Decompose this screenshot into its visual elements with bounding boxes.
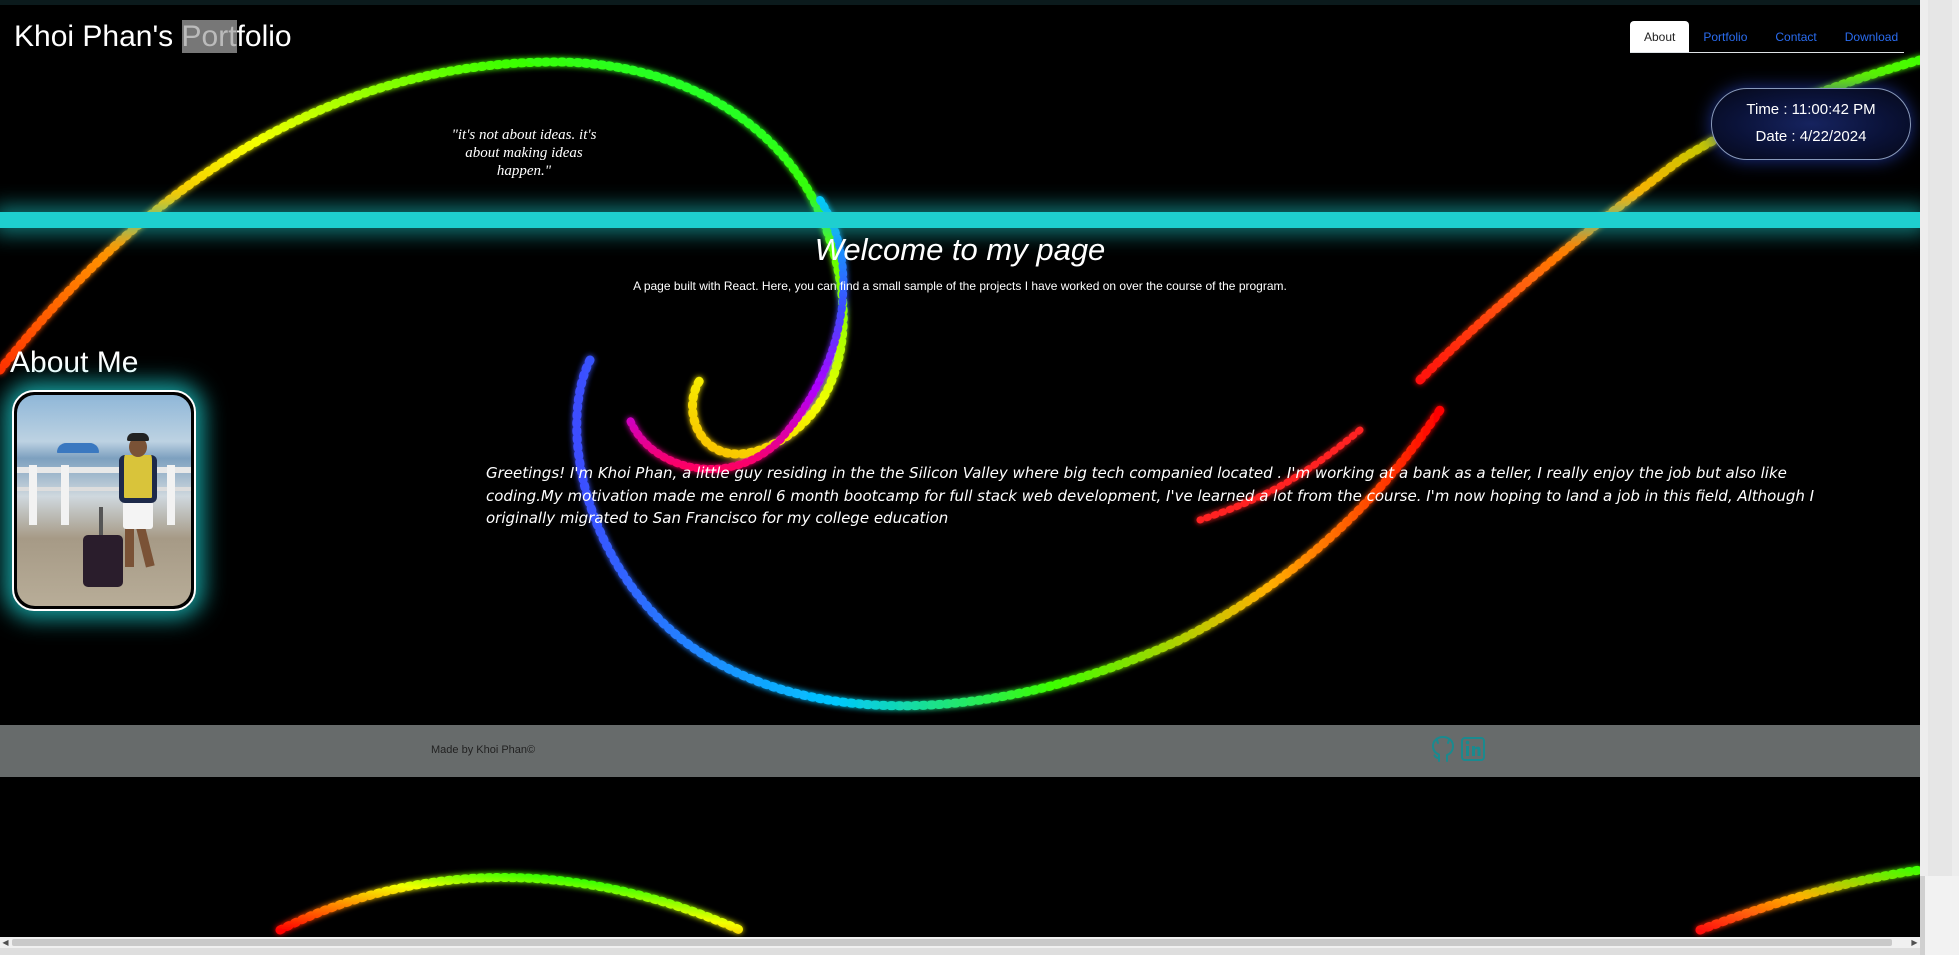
photo-cap [127,433,149,441]
horizontal-scrollbar[interactable]: ◀ ▶ [0,937,1920,948]
welcome-subtitle: A page built with React. Here, you can f… [633,279,1287,293]
page: Khoi Phan's Portfolio About Portfolio Co… [0,0,1920,955]
window-edge [1920,0,1959,955]
bottom-band [0,948,1920,955]
nav-tabs: About Portfolio Contact Download [1630,21,1904,53]
quote: "it's not about ideas. it's about making… [451,127,597,179]
tab-portfolio[interactable]: Portfolio [1689,21,1761,52]
photo-shirt [119,455,157,503]
photo-suitcase-handle [99,507,103,537]
github-icon[interactable] [1430,735,1456,763]
photo-umbrella [57,443,99,453]
photo-shorts [123,501,153,529]
footer-credit: Made by Khoi Phan© [431,744,536,756]
about-heading: About Me [10,346,139,379]
site-title-before: Khoi Phan's [14,20,182,53]
photo-post [61,465,69,525]
photo-post [167,465,175,525]
clock-widget: Time : 11:00:42 PM Date : 4/22/2024 [1711,88,1911,160]
welcome-heading: Welcome to my page [814,232,1106,267]
scroll-left-icon[interactable]: ◀ [0,937,11,948]
divider-bar [0,212,1920,228]
photo-railing-lower [17,487,191,491]
photo-leg [125,527,134,567]
site-title-after: folio [236,20,292,53]
about-bio: Greetings! I'm Khoi Phan, a little guy r… [486,464,1815,527]
photo-suitcase [83,535,123,587]
site-title-highlight: Port [181,20,237,53]
clock-date: Date : 4/22/2024 [1755,128,1867,145]
photo-leg [136,526,155,568]
photo-railing [17,467,191,473]
top-border [0,0,1920,5]
footer: Made by Khoi Phan© [0,725,1920,777]
photo-post [29,465,37,525]
footer-social-links [1430,735,1486,763]
scrollbar-thumb[interactable] [12,939,1892,946]
tab-contact[interactable]: Contact [1761,21,1830,52]
tab-about[interactable]: About [1630,21,1690,52]
site-title: Khoi Phan's Portfolio [14,20,292,54]
clock-time: Time : 11:00:42 PM [1746,101,1876,118]
window-edge-strip [1928,0,1952,955]
tab-download[interactable]: Download [1831,21,1912,52]
window-edge-corner [1920,876,1959,955]
linkedin-icon[interactable] [1460,735,1486,763]
profile-photo [17,395,191,606]
profile-photo-frame [12,390,196,611]
scroll-right-icon[interactable]: ▶ [1909,937,1920,948]
